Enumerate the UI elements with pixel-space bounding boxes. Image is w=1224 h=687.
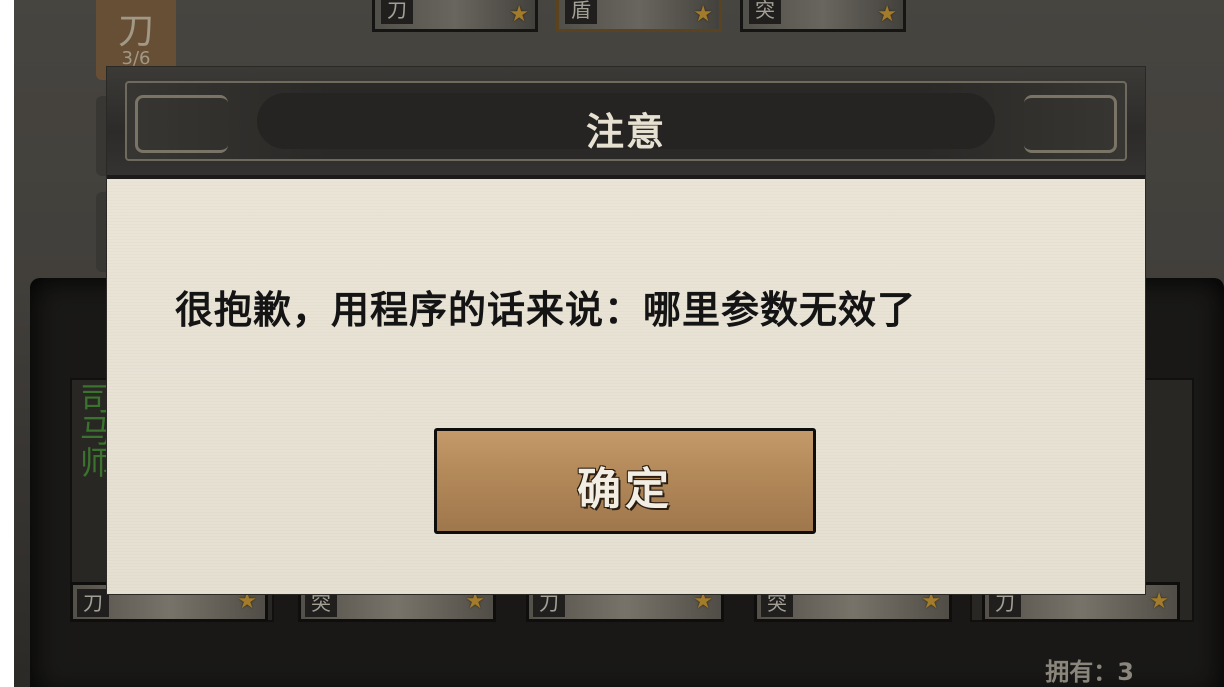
notice-dialog: 注意 很抱歉，用程序的话来说：哪里参数无效了 确定	[107, 67, 1145, 594]
confirm-button[interactable]: 确定	[434, 428, 816, 534]
dialog-header: 注意	[107, 67, 1145, 179]
dialog-title: 注意	[585, 109, 666, 154]
dialog-message: 很抱歉，用程序的话来说：哪里参数无效了	[175, 287, 917, 332]
confirm-button-label: 确定	[577, 464, 673, 515]
